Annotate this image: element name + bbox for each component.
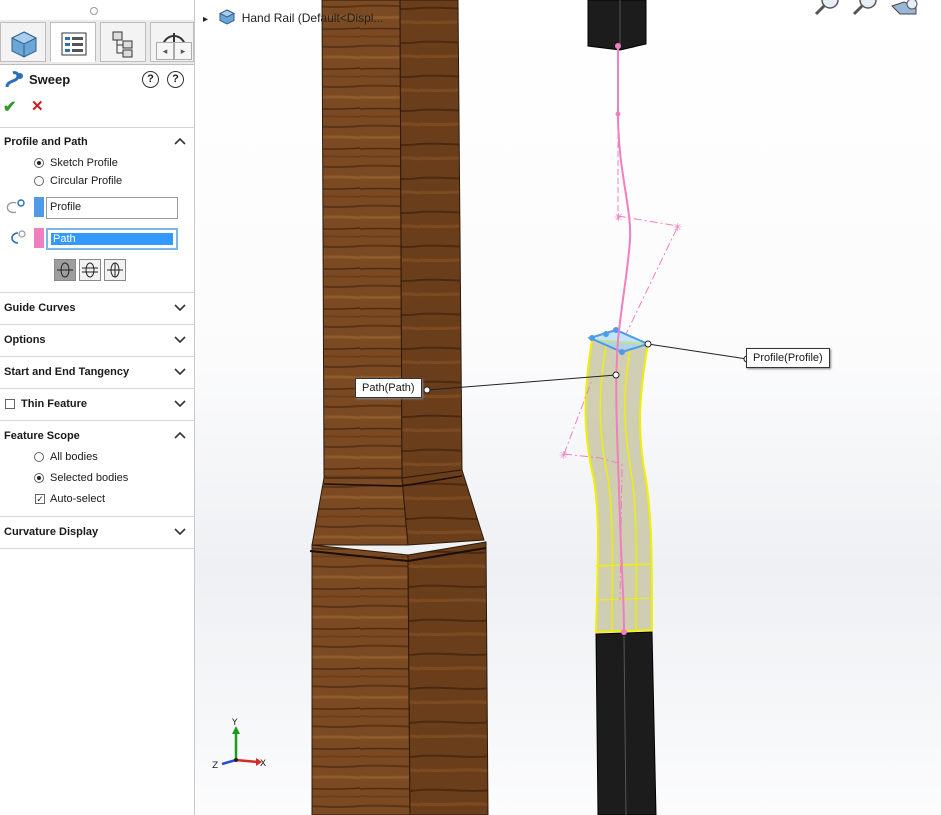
part-icon [10, 31, 38, 58]
property-manager-panel: ◂ ▸ Sweep ? ? ✔ ✕ Profile and Path Sketch… [0, 0, 195, 815]
tab-configurationmanager[interactable] [100, 22, 146, 62]
path-select-icon [11, 230, 26, 244]
twist-along-path-button[interactable] [79, 259, 101, 281]
twist-along-icon [82, 262, 98, 278]
zoom-area-icon[interactable] [852, 0, 877, 16]
orientation-triad: Y X Z [212, 718, 266, 771]
chevron-down-icon[interactable] [174, 336, 186, 344]
zoom-to-fit-icon[interactable] [814, 0, 839, 16]
profile-color-swatch [34, 197, 44, 217]
chevron-up-icon[interactable] [174, 137, 186, 145]
section-profile-and-path[interactable]: Profile and Path [4, 136, 88, 148]
profile-selection-field[interactable]: Profile [46, 197, 178, 219]
section-feature-scope[interactable]: Feature Scope [4, 430, 80, 442]
ok-check-icon[interactable]: ✔ [3, 97, 16, 117]
chevron-down-icon[interactable] [174, 528, 186, 536]
config-icon [112, 31, 133, 58]
path-callout-target [612, 371, 620, 379]
graphics-viewport[interactable]: ✳ ✳ ✳ Y X Z Path(Path) Profile(Profile) [195, 0, 941, 815]
section-start-end-tangency[interactable]: Start and End Tangency [4, 366, 129, 378]
auto-select-checkbox[interactable]: ✓ [35, 494, 45, 504]
chevron-down-icon[interactable] [174, 304, 186, 312]
path-selection-field[interactable]: Path [46, 228, 178, 250]
property-list-icon [61, 32, 87, 56]
section-guide-curves[interactable]: Guide Curves [4, 302, 76, 314]
tree-expand-icon[interactable]: ▸ [203, 14, 208, 25]
twist-constant-button[interactable] [104, 259, 126, 281]
profile-callout-leader [647, 343, 748, 360]
chevron-down-icon[interactable] [174, 400, 186, 408]
triad-y-label: Y [231, 718, 238, 728]
panel-grip[interactable] [90, 7, 98, 15]
twist-none-icon [57, 262, 73, 278]
svg-text:✳: ✳ [559, 449, 568, 462]
all-bodies-label: All bodies [50, 451, 98, 463]
feature-title-row: Sweep ? ? [0, 68, 194, 92]
selected-bodies-label: Selected bodies [50, 472, 129, 484]
circular-profile-radio[interactable] [34, 176, 44, 186]
svg-text:✳: ✳ [614, 211, 623, 224]
path-callout[interactable]: Path(Path) [355, 378, 422, 398]
divider [0, 127, 194, 128]
feature-tree-flyout[interactable]: ▸ Hand Rail (Default<Displ... [203, 9, 383, 25]
tab-scroll-buttons: ◂ ▸ [156, 42, 192, 60]
path-color-swatch [34, 228, 44, 248]
section-options[interactable]: Options [4, 334, 46, 346]
tab-featuremanager[interactable] [0, 22, 46, 62]
model-scene: ✳ ✳ ✳ Y X Z [212, 0, 918, 815]
manager-tabs: ◂ ▸ [0, 20, 194, 65]
path-field-value: Path [51, 233, 173, 245]
scroll-right-icon[interactable]: ▸ [174, 42, 192, 60]
profile-callout[interactable]: Profile(Profile) [746, 348, 830, 368]
part-icon [219, 9, 236, 25]
divider [0, 548, 194, 549]
sketch-profile-label: Sketch Profile [50, 157, 118, 169]
whats-new-help-icon[interactable]: ? [142, 71, 159, 88]
previous-view-icon[interactable] [891, 0, 918, 15]
divider [0, 292, 194, 293]
divider [0, 356, 194, 357]
twist-none-button[interactable] [54, 259, 76, 281]
divider [0, 516, 194, 517]
circular-profile-label: Circular Profile [50, 175, 123, 187]
section-thin-feature[interactable]: Thin Feature [21, 398, 87, 410]
thin-feature-checkbox[interactable] [5, 399, 15, 409]
triad-z-label: Z [212, 761, 218, 771]
divider [0, 388, 194, 389]
tab-propertymanager[interactable] [50, 22, 96, 62]
auto-select-label: Auto-select [50, 493, 106, 505]
sweep-icon [5, 71, 23, 88]
profile-field-value: Profile [50, 201, 82, 213]
cancel-x-icon[interactable]: ✕ [31, 97, 44, 115]
selected-bodies-radio[interactable] [34, 473, 44, 483]
scroll-left-icon[interactable]: ◂ [156, 42, 174, 60]
sketch-profile-radio[interactable] [34, 158, 44, 168]
page-title: Sweep [29, 72, 71, 87]
twist-constant-icon [107, 262, 123, 278]
profile-callout-target [644, 340, 652, 348]
profile-select-icon [6, 199, 25, 214]
black-post-bottom [595, 631, 657, 815]
all-bodies-radio[interactable] [34, 452, 44, 462]
divider [0, 420, 194, 421]
black-post-top [587, 0, 647, 51]
divider [0, 324, 194, 325]
tree-root-label: Hand Rail (Default<Displ... [241, 11, 384, 25]
path-callout-anchor [423, 386, 431, 394]
section-curvature-display[interactable]: Curvature Display [4, 526, 98, 538]
help-icon[interactable]: ? [167, 71, 184, 88]
chevron-up-icon[interactable] [174, 431, 186, 439]
wooden-post [309, 0, 489, 815]
svg-text:✳: ✳ [673, 221, 682, 234]
chevron-down-icon[interactable] [174, 368, 186, 376]
triad-x-label: X [260, 759, 266, 769]
